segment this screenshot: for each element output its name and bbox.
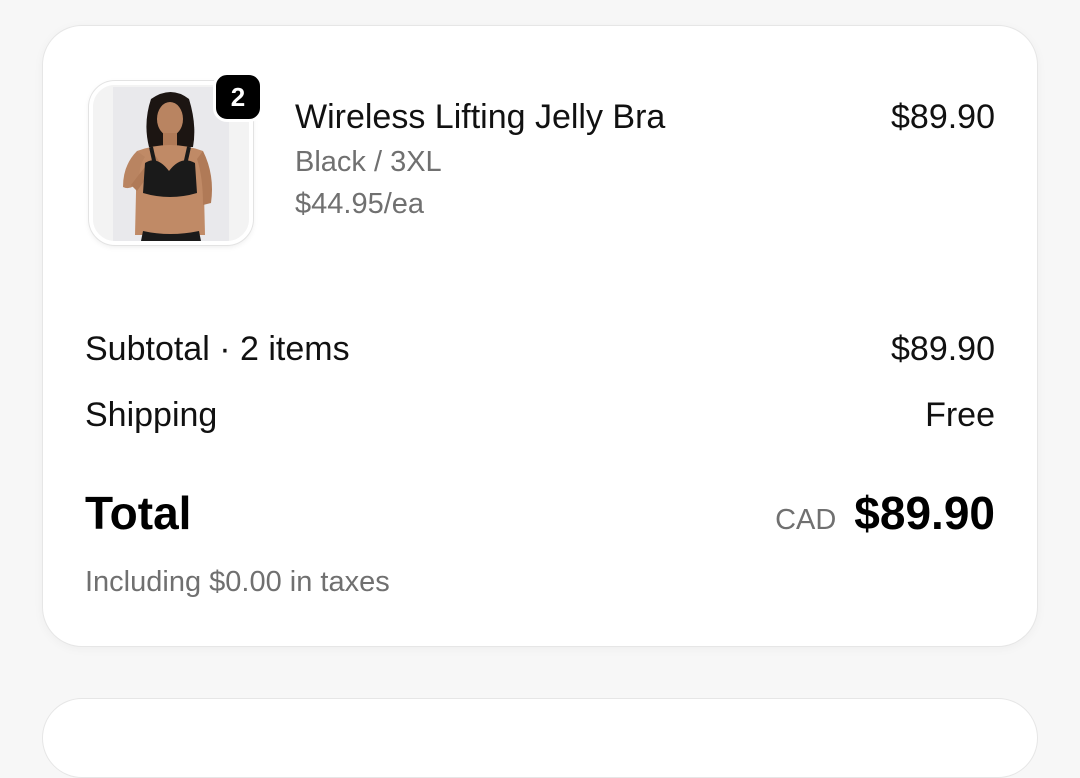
product-unit-price: $44.95/ea — [295, 188, 425, 220]
product-variant: Black / 3XL — [295, 146, 442, 178]
product-line-price: $89.90 — [891, 98, 995, 136]
product-title[interactable]: Wireless Lifting Jelly Bra — [295, 98, 665, 137]
currency-code: CAD — [775, 504, 837, 536]
subtotal-value: $89.90 — [891, 330, 995, 368]
tax-note: Including $0.00 in taxes — [85, 566, 390, 598]
order-summary-card: 2 Wireless Lifting Jelly Bra Black / 3XL… — [42, 25, 1038, 647]
subtotal-label: Subtotal · 2 items — [85, 330, 350, 368]
total-amount: CAD $89.90 — [775, 486, 995, 540]
shipping-value: Free — [925, 396, 995, 434]
shipping-label: Shipping — [85, 396, 218, 434]
total-value: $89.90 — [854, 487, 995, 539]
total-label: Total — [85, 487, 192, 539]
quantity-badge: 2 — [213, 72, 263, 122]
next-section-card — [42, 698, 1038, 778]
